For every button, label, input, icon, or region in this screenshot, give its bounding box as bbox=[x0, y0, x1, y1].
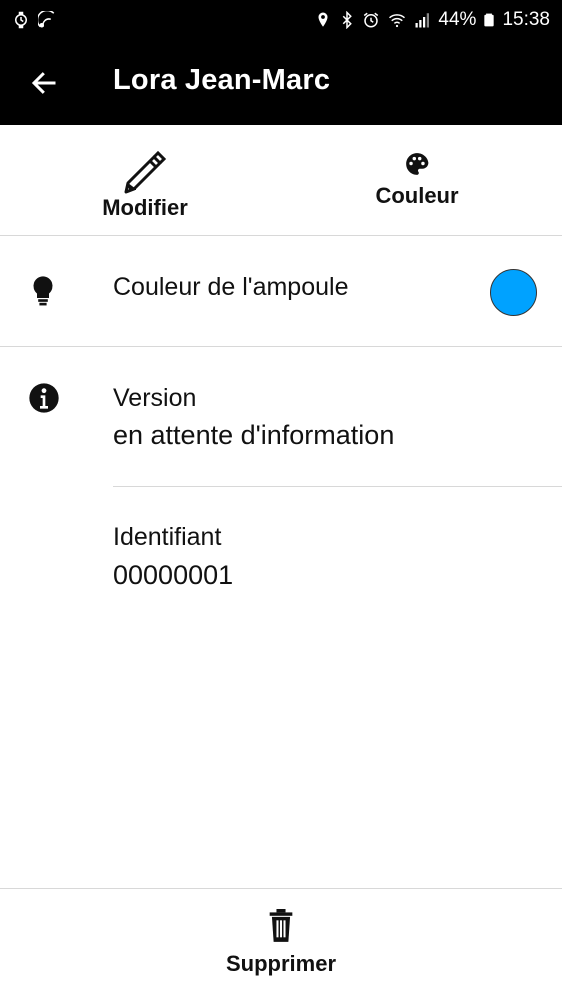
bottom-bar: Supprimer bbox=[0, 888, 562, 999]
bulb-color-swatch[interactable] bbox=[490, 269, 537, 316]
version-label: Version bbox=[113, 384, 197, 412]
bluetooth-icon bbox=[343, 11, 353, 29]
arrow-left-icon bbox=[31, 71, 56, 94]
divider bbox=[113, 486, 562, 487]
watch-icon bbox=[15, 11, 27, 29]
palette-icon bbox=[406, 153, 429, 175]
battery-icon bbox=[484, 13, 495, 27]
delete-button[interactable]: Supprimer bbox=[205, 909, 357, 977]
alarm-icon bbox=[364, 12, 379, 28]
info-section: Version en attente d'information Identif… bbox=[0, 347, 562, 887]
couleur-label: Couleur bbox=[375, 183, 459, 208]
status-left bbox=[12, 11, 56, 29]
battery-percent: 44% bbox=[438, 9, 477, 30]
wifi-icon bbox=[389, 14, 406, 28]
info-icon bbox=[29, 383, 59, 413]
modifier-button[interactable]: Modifier bbox=[90, 145, 200, 221]
status-time: 15:38 bbox=[502, 9, 550, 30]
pencil-icon bbox=[124, 150, 167, 194]
identifier-value: 00000001 bbox=[113, 560, 234, 590]
status-right: 44% 15:38 bbox=[314, 9, 550, 31]
signal-icon bbox=[415, 13, 430, 28]
trash-icon bbox=[269, 909, 293, 942]
modifier-label: Modifier bbox=[102, 195, 188, 220]
cast-icon bbox=[38, 11, 55, 28]
bulb-color-label: Couleur de l'ampoule bbox=[113, 273, 349, 301]
back-button[interactable] bbox=[0, 40, 88, 125]
delete-label: Supprimer bbox=[225, 951, 337, 976]
version-value: en attente d'information bbox=[113, 420, 395, 450]
lightbulb-icon bbox=[33, 276, 53, 306]
status-bar: 44% 15:38 bbox=[0, 0, 562, 40]
identifier-label: Identifiant bbox=[113, 523, 222, 551]
bulb-color-row[interactable]: Couleur de l'ampoule bbox=[0, 236, 562, 347]
app-bar: Lora Jean-Marc bbox=[0, 40, 562, 125]
page-title: Lora Jean-Marc bbox=[113, 64, 331, 96]
couleur-button[interactable]: Couleur bbox=[362, 151, 472, 209]
action-bar: Modifier Couleur bbox=[0, 125, 562, 236]
location-icon bbox=[318, 12, 328, 27]
